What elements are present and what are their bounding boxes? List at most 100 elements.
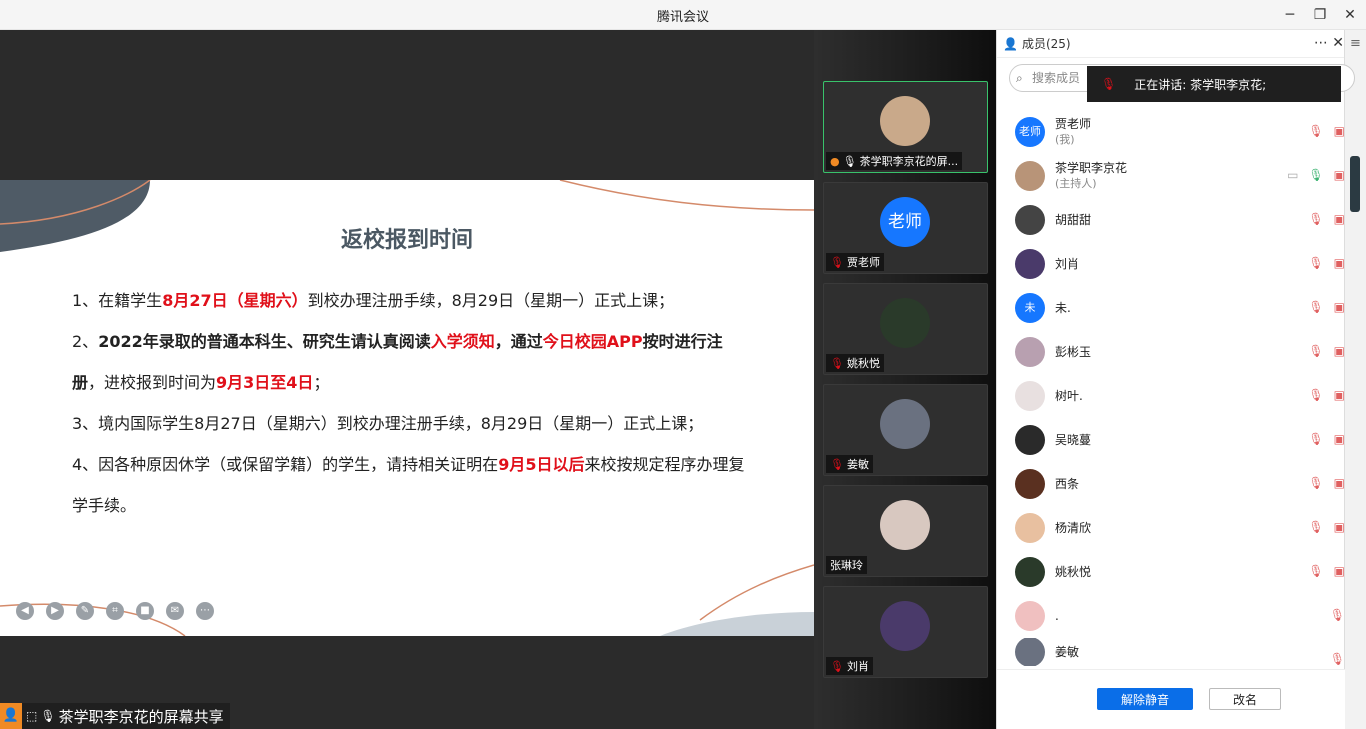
unmute-button[interactable]: 解除静音 [1097, 688, 1193, 710]
avatar [1015, 601, 1045, 631]
p2-highlight-1: 入学须知 [430, 332, 495, 351]
volume-indicator [1350, 156, 1360, 212]
list-item[interactable]: 姚秋悦 🎙 ▣ [997, 550, 1345, 594]
mic-muted-icon[interactable]: 🎙 [1308, 344, 1323, 358]
tile-name: 🎙 姜敏 [826, 455, 873, 473]
list-item[interactable]: 茶学职李京花 (主持人) ▭ 🎙 ▣ [997, 154, 1345, 198]
list-item[interactable]: 彭彬玉 🎙 ▣ [997, 330, 1345, 374]
rename-button[interactable]: 改名 [1209, 688, 1281, 710]
paragraph-2: 2、2022年录取的普通本科生、研究生请认真阅读入学须知，通过今日校园APP按时… [72, 321, 752, 403]
video-tile[interactable]: 🎙 刘肖 [823, 586, 988, 678]
list-item[interactable]: . 🎙 [997, 594, 1345, 638]
members-count: 成员(25) [1021, 37, 1071, 51]
avatar [1015, 557, 1045, 587]
minimize-button[interactable]: ─ [1276, 4, 1304, 26]
list-item[interactable]: 刘肖 🎙 ▣ [997, 242, 1345, 286]
mic-muted-icon[interactable]: 🎙 [1308, 300, 1323, 314]
list-item[interactable]: 杨清欣 🎙 ▣ [997, 506, 1345, 550]
screenshot-icon[interactable]: ⌗ [106, 602, 124, 620]
camera-off-icon[interactable]: ▣ [1334, 344, 1345, 358]
camera-off-icon[interactable]: ▣ [1334, 432, 1345, 446]
subtitle-icon[interactable]: ✉ [166, 602, 184, 620]
avatar [1015, 337, 1045, 367]
more-icon[interactable]: ⋯ [196, 602, 214, 620]
video-tile[interactable]: 🎙 姜敏 [823, 384, 988, 476]
camera-off-icon[interactable]: ▣ [1334, 256, 1345, 270]
p4-highlight: 9月5日以后 [498, 455, 585, 474]
camera-off-icon[interactable]: ▣ [1334, 388, 1345, 402]
camera-off-icon[interactable]: ▣ [1334, 476, 1345, 490]
list-item[interactable]: 吴晓蔓 🎙 ▣ [997, 418, 1345, 462]
member-name: . [1055, 609, 1059, 623]
mic-muted-icon[interactable]: 🎙 [1308, 432, 1323, 446]
member-name: 吴晓蔓 [1055, 433, 1092, 447]
mic-muted-icon: 🎙 [830, 356, 844, 370]
mic-muted-icon[interactable]: 🎙 [1308, 212, 1323, 226]
avatar [880, 601, 930, 651]
slide-title: 返校报到时间 [340, 228, 473, 253]
mic-muted-icon[interactable]: 🎙 [1308, 388, 1323, 402]
list-item[interactable]: 西条 🎙 ▣ [997, 462, 1345, 506]
video-tile[interactable]: ● 🎙 茶学职李京花的屏... [823, 81, 988, 173]
mic-muted-icon[interactable]: 🎙 [1308, 256, 1323, 270]
mic-muted-icon[interactable]: 🎙 [1308, 520, 1323, 534]
list-item[interactable]: 树叶. 🎙 ▣ [997, 374, 1345, 418]
screen-share-icon: ⬚ [26, 709, 38, 723]
prev-slide-icon[interactable]: ◀ [16, 602, 34, 620]
avatar [880, 96, 930, 146]
member-name: 杨清欣 [1055, 521, 1092, 535]
camera-off-icon[interactable]: ▣ [1334, 300, 1345, 314]
pen-icon[interactable]: ✎ [76, 602, 94, 620]
panel-footer: 解除静音 改名 [997, 669, 1345, 729]
more-icon[interactable]: ⋯ [1314, 35, 1328, 51]
p2-bold: 2022年录取的普通本科生、研究生请认真阅读 [98, 332, 431, 351]
member-name: 贾老师 [1055, 117, 1092, 131]
avatar [880, 298, 930, 348]
p2-bold-2: ，通过 [494, 332, 543, 351]
user-icon: 👤 [1003, 36, 1018, 51]
video-tile[interactable]: 🎙 姚秋悦 [823, 283, 988, 375]
video-tile[interactable]: 张琳玲 [823, 485, 988, 577]
video-column: ● 🎙 茶学职李京花的屏... 老师 🎙 贾老师 🎙 姚秋悦 🎙 姜敏 张琳玲 🎙 刘肖 [814, 30, 996, 729]
close-button[interactable]: ✕ [1336, 4, 1364, 26]
video-tile[interactable]: 老师 🎙 贾老师 [823, 182, 988, 274]
tile-name: ● 🎙 茶学职李京花的屏... [826, 152, 963, 170]
camera-off-icon[interactable]: ▣ [1334, 124, 1345, 138]
p4-text: 4、因各种原因休学（或保留学籍）的学生，请持相关证明在 [72, 455, 499, 474]
avatar [880, 399, 930, 449]
camera-off-icon[interactable]: ▣ [1334, 520, 1345, 534]
list-item[interactable]: 未 未. 🎙 ▣ [997, 286, 1345, 330]
restore-button[interactable]: ❐ [1306, 4, 1334, 26]
user-icon: ● [830, 154, 840, 168]
avatar [1015, 469, 1045, 499]
paragraph-3: 3、境内国际学生8月27日（星期六）到校办理注册手续，8月29日（星期一）正式上… [72, 414, 704, 433]
mic-muted-icon[interactable]: 🎙 [1308, 564, 1323, 578]
mic-muted-icon[interactable]: 🎙 [1308, 124, 1323, 138]
list-item[interactable]: 老师 贾老师 (我) 🎙 ▣ [997, 110, 1345, 154]
list-item[interactable]: 胡甜甜 🎙 ▣ [997, 198, 1345, 242]
next-slide-icon[interactable]: ▶ [46, 602, 64, 620]
menu-icon[interactable]: ≡ [1345, 36, 1366, 51]
camera-off-icon[interactable]: ▣ [1334, 168, 1345, 182]
avatar [880, 500, 930, 550]
shared-screen-area: 返校报到时间 1、在籍学生8月27日（星期六）到校办理注册手续，8月29日（星期… [0, 30, 814, 729]
member-name: 胡甜甜 [1055, 213, 1092, 227]
mic-muted-icon: 🎙 [830, 659, 844, 673]
mic-muted-icon[interactable]: 🎙 [1330, 652, 1345, 666]
panel-sidebar: ≡ [1344, 30, 1366, 729]
mic-icon: 🎙 [40, 709, 56, 723]
screen-share-icon: ▭ [1287, 168, 1299, 182]
share-label-text: 茶学职李京花的屏幕共享 [58, 707, 224, 726]
mic-on-icon[interactable]: 🎙 [1308, 168, 1323, 182]
mic-muted-icon[interactable]: 🎙 [1308, 476, 1323, 490]
camera-off-icon[interactable]: ▣ [1334, 564, 1345, 578]
close-icon[interactable]: ✕ [1332, 35, 1344, 51]
camera-off-icon[interactable]: ▣ [1334, 212, 1345, 226]
camera-icon[interactable]: ■ [136, 602, 154, 620]
slide: 返校报到时间 1、在籍学生8月27日（星期六）到校办理注册手续，8月29日（星期… [0, 180, 814, 636]
title-bar: 腾讯会议 ─ ❐ ✕ [0, 0, 1366, 30]
avatar [1015, 638, 1045, 666]
mic-muted-icon[interactable]: 🎙 [1330, 608, 1345, 622]
list-item[interactable]: 姜敏 🎙 [997, 638, 1345, 666]
member-name: 姜敏 [1055, 645, 1080, 659]
